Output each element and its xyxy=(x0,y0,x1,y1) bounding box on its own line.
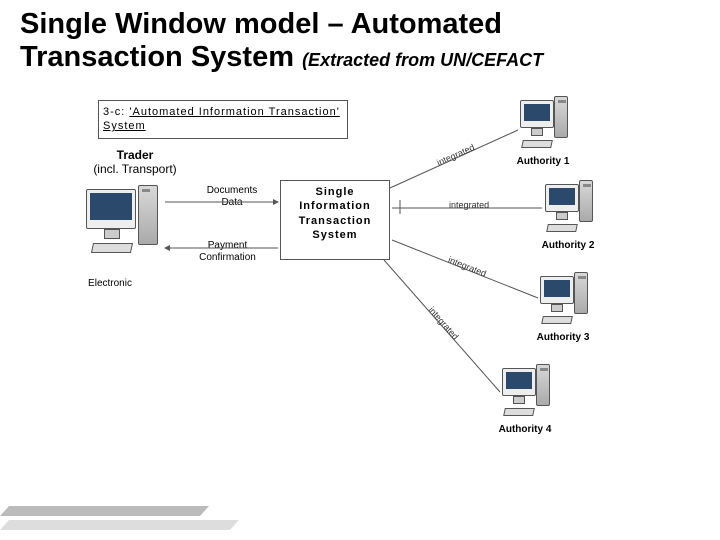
trader-subtext: (incl. Transport) xyxy=(93,162,176,176)
trader-label: Trader (incl. Transport) xyxy=(80,148,190,177)
title-line-2-main: Transaction System xyxy=(20,41,294,73)
authority-1-label: Authority 1 xyxy=(507,156,579,168)
diagram-header-box: 3-c: 'Automated Information Transaction'… xyxy=(98,100,348,139)
edge-4-label: integrated xyxy=(427,305,461,342)
slide-title: Single Window model – Automated Transact… xyxy=(0,0,720,75)
slide-decor-swoosh xyxy=(0,480,220,530)
header-prefix: 3-c: xyxy=(103,106,129,118)
edge-2-label: integrated xyxy=(449,200,489,210)
authority-1-computer-icon xyxy=(520,96,566,162)
title-line-1: Single Window model – Automated xyxy=(20,8,502,40)
authority-2-label: Authority 2 xyxy=(532,240,604,252)
edge-1-label: integrated xyxy=(435,142,476,168)
svg-text:integrated: integrated xyxy=(447,255,488,279)
sits-l3: Transaction xyxy=(299,215,372,227)
sits-l1: Single xyxy=(315,186,354,198)
authority-4-computer-icon xyxy=(502,364,548,430)
electronic-label: Electronic xyxy=(80,278,140,290)
sits-l2: Information xyxy=(299,200,371,212)
trader-computer-icon xyxy=(86,185,158,277)
authority-2-computer-icon xyxy=(545,180,591,246)
diagram: 3-c: 'Automated Information Transaction'… xyxy=(80,100,660,450)
authority-3-computer-icon xyxy=(540,272,586,338)
trader-text: Trader xyxy=(117,148,154,162)
payment-confirmation-label: Payment Confirmation xyxy=(180,240,275,264)
svg-text:integrated: integrated xyxy=(427,305,461,342)
svg-text:integrated: integrated xyxy=(435,142,476,168)
central-system-box: Single Information Transaction System xyxy=(280,180,390,260)
header-underlined: 'Automated Information Transaction' Syst… xyxy=(103,106,340,132)
documents-data-label: Documents Data xyxy=(192,185,272,209)
authority-4-label: Authority 4 xyxy=(489,424,561,436)
title-subtitle: (Extracted from UN/CEFACT xyxy=(302,50,543,70)
edge-3-label: integrated xyxy=(447,255,488,279)
authority-3-label: Authority 3 xyxy=(527,332,599,344)
svg-text:integrated: integrated xyxy=(449,200,489,210)
sits-l4: System xyxy=(312,229,357,241)
